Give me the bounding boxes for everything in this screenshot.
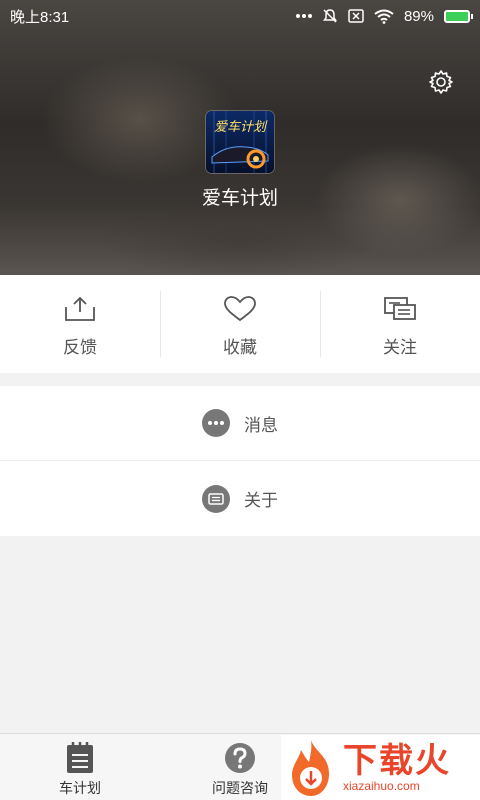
info-card-icon: [202, 484, 230, 513]
app-logo: 爱车计划: [206, 111, 274, 173]
app-name: 爱车计划: [201, 188, 278, 209]
heart-icon: [224, 296, 256, 322]
gear-icon: [429, 70, 453, 94]
cards-icon: [384, 297, 416, 320]
menu-item-messages-label: 消息: [244, 415, 278, 435]
watermark-main-text: 下载火: [343, 741, 451, 780]
tab-questions-label: 问题咨询: [212, 780, 268, 796]
mute-icon: [322, 8, 338, 24]
wifi-icon: [374, 9, 394, 24]
status-bar: 晚上8:31 89%: [0, 0, 480, 32]
favorites-label: 收藏: [223, 338, 257, 357]
site-watermark: 下载火 xiazaihuo.com: [281, 735, 480, 800]
profile-header: 晚上8:31 89% 爱车计划 爱车计划: [0, 0, 480, 275]
sim-off-icon: [348, 9, 364, 23]
menu-item-messages[interactable]: 消息: [0, 386, 480, 461]
flame-logo-icon: [292, 739, 329, 796]
menu-item-about-label: 关于: [244, 491, 278, 510]
favorites-button[interactable]: 收藏: [160, 275, 320, 373]
more-dots-icon: [295, 13, 312, 19]
status-icons: 89%: [295, 7, 473, 25]
action-row: 反馈 收藏 关注: [0, 275, 480, 373]
menu-list: 消息 关于: [0, 386, 480, 536]
settings-button[interactable]: [426, 67, 456, 97]
watermark-sub-text: xiazaihuo.com: [343, 778, 420, 793]
battery-percent: 89%: [403, 7, 434, 25]
share-upload-icon: [65, 296, 95, 321]
follow-button[interactable]: 关注: [320, 275, 480, 373]
question-icon: [225, 743, 255, 773]
follow-label: 关注: [383, 338, 417, 357]
battery-icon: [444, 9, 473, 23]
notepad-icon: [67, 742, 93, 773]
status-time: 晚上8:31: [10, 8, 70, 26]
menu-item-about[interactable]: 关于: [0, 461, 480, 536]
feedback-label: 反馈: [63, 338, 97, 357]
tab-car-plan-label: 车计划: [59, 780, 101, 796]
chat-dots-icon: [202, 409, 230, 437]
app-logo-text: 爱车计划: [214, 120, 268, 135]
feedback-button[interactable]: 反馈: [0, 275, 160, 373]
tab-car-plan[interactable]: 车计划: [0, 734, 160, 800]
